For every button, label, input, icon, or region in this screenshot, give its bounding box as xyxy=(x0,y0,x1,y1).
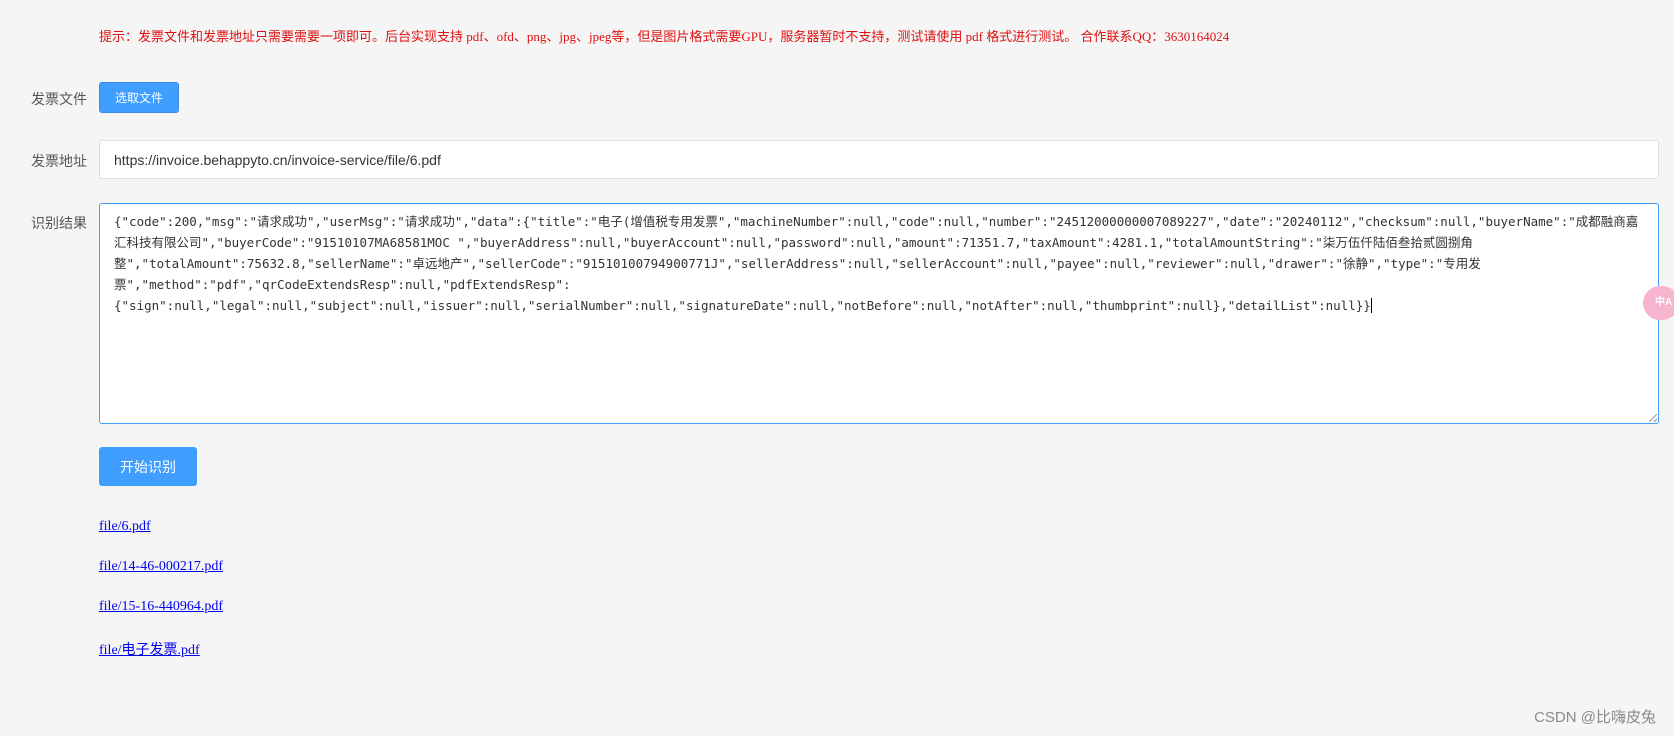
file-link-14-46[interactable]: file/14-46-000217.pdf xyxy=(99,559,223,575)
file-link-15-16[interactable]: file/15-16-440964.pdf xyxy=(99,599,223,615)
file-link-6[interactable]: file/6.pdf xyxy=(99,519,151,535)
text-cursor xyxy=(1370,298,1372,313)
file-link-electronic-invoice[interactable]: file/电子发票.pdf xyxy=(99,639,200,659)
invoice-recognition-page: 提示：发票文件和发票地址只需要需要一项即可。后台实现支持 pdf、ofd、png… xyxy=(0,0,1674,736)
result-textarea[interactable]: {"code":200,"msg":"请求成功","userMsg":"请求成功… xyxy=(99,203,1659,424)
result-label: 识别结果 xyxy=(31,215,87,231)
file-label: 发票文件 xyxy=(31,91,87,107)
resize-handle-icon[interactable] xyxy=(1649,414,1657,422)
start-recognition-button[interactable]: 开始识别 xyxy=(99,447,197,486)
notice-text: 提示：发票文件和发票地址只需要需要一项即可。后台实现支持 pdf、ofd、png… xyxy=(99,29,1230,44)
invoice-url-value: https://invoice.behappyto.cn/invoice-ser… xyxy=(114,151,441,168)
result-text: {"code":200,"msg":"请求成功","userMsg":"请求成功… xyxy=(114,214,1639,313)
select-file-button[interactable]: 选取文件 xyxy=(99,82,179,113)
translate-bubble-text: 中A xyxy=(1655,297,1673,308)
url-label: 发票地址 xyxy=(31,153,87,169)
invoice-url-input[interactable]: https://invoice.behappyto.cn/invoice-ser… xyxy=(99,140,1659,179)
translate-bubble-icon[interactable]: 中A xyxy=(1643,286,1674,320)
csdn-watermark: CSDN @比嗨皮兔 xyxy=(1534,709,1656,726)
